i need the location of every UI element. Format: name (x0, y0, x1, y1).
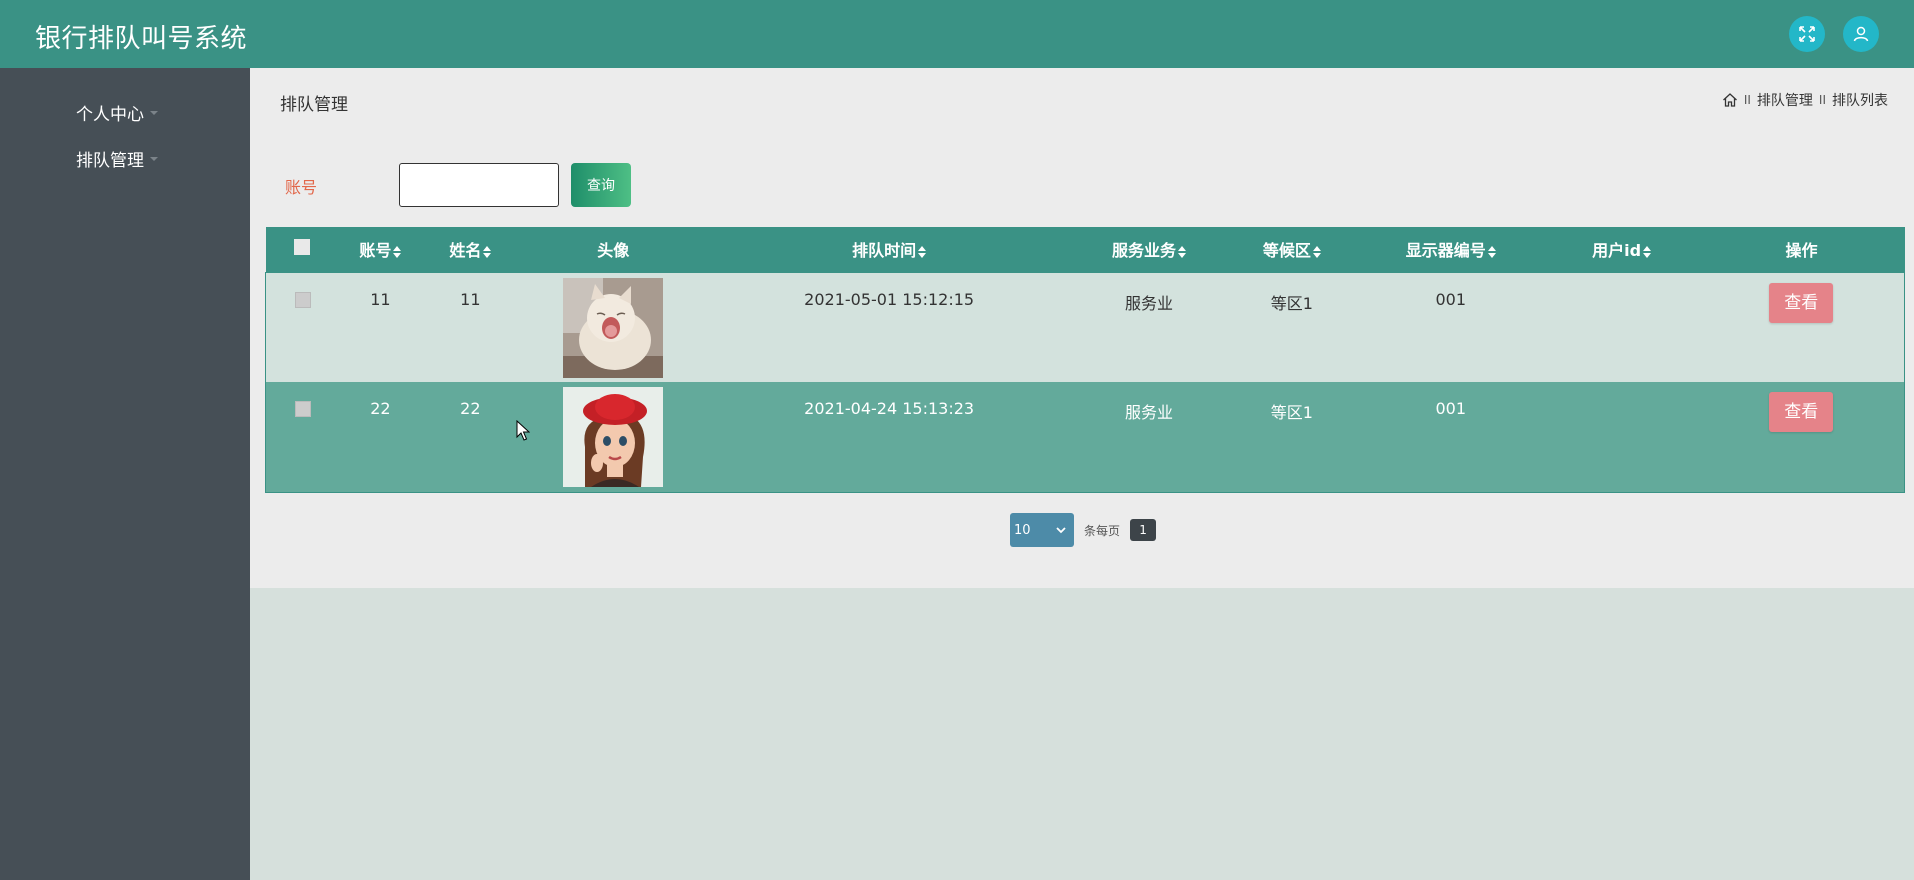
cell-account: 22 (370, 399, 391, 418)
column-header-waiting-area[interactable]: 等候区 (1227, 227, 1357, 272)
column-header-account[interactable]: 账号 (339, 227, 421, 272)
pagination: 10 条每页 1 (1010, 513, 1157, 547)
cell-action: 查看 (1699, 272, 1905, 382)
sidebar-item-queue-management[interactable]: 排队管理 (76, 146, 158, 171)
cell-name: 22 (460, 399, 481, 418)
user-button[interactable] (1843, 16, 1879, 52)
cell-waiting-area: 等区1 (1270, 403, 1313, 422)
row-checkbox[interactable] (294, 291, 311, 308)
breadcrumb-separator: II (1743, 93, 1751, 107)
cell-service: 服务业 (1124, 293, 1173, 313)
column-header-display-number[interactable]: 显示器编号 (1357, 227, 1545, 272)
sidebar-item-label: 排队管理 (76, 151, 144, 171)
cell-name: 11 (460, 289, 481, 309)
account-search-input[interactable] (399, 163, 559, 207)
home-icon[interactable] (1722, 92, 1738, 108)
page-size-select[interactable]: 10 (1010, 513, 1074, 547)
view-button[interactable]: 查看 (1769, 282, 1834, 323)
table-row: 11 11 2021-05-01 15:12:15 服务业 等区1 001 查看 (265, 272, 1905, 382)
row-checkbox-cell (266, 382, 340, 492)
view-button[interactable]: 查看 (1769, 392, 1834, 432)
sort-icon (393, 245, 402, 258)
user-icon (1853, 26, 1869, 42)
caret-down-icon (150, 110, 158, 115)
cell-queue-time: 2021-04-24 15:13:23 (804, 399, 975, 418)
row-checkbox-cell (266, 272, 340, 382)
app-title: 银行排队叫号系统 (35, 24, 248, 54)
fullscreen-icon (1799, 26, 1815, 42)
cell-service: 服务业 (1124, 403, 1173, 422)
cell-avatar (519, 272, 707, 382)
page-title: 排队管理 (280, 95, 348, 115)
page-number-button[interactable]: 1 (1130, 519, 1157, 541)
sort-icon (1312, 245, 1321, 258)
column-header-service[interactable]: 服务业务 (1071, 227, 1227, 272)
sort-icon (1643, 245, 1652, 258)
column-header-user-id[interactable]: 用户id (1545, 227, 1699, 272)
breadcrumb: II 排队管理 II 排队列表 (1722, 90, 1888, 110)
cell-display-number: 001 (1435, 289, 1466, 309)
sort-icon (1487, 245, 1496, 258)
mouse-cursor-icon (516, 420, 530, 441)
cartoon-girl-photo (563, 387, 664, 487)
column-header-avatar: 头像 (597, 241, 630, 261)
select-all-checkbox[interactable] (294, 239, 311, 256)
cell-action: 查看 (1699, 382, 1905, 492)
cell-user-id (1545, 382, 1699, 492)
per-page-label: 条每页 (1084, 523, 1121, 538)
cell-account: 11 (370, 289, 391, 309)
row-checkbox[interactable] (294, 401, 311, 417)
cell-queue-time: 2021-05-01 15:12:15 (804, 289, 975, 309)
column-header-name[interactable]: 姓名 (421, 227, 519, 272)
caret-down-icon (150, 156, 158, 161)
breadcrumb-item: 排队列表 (1832, 93, 1888, 109)
cell-user-id (1545, 272, 1699, 382)
table-header-row: 账号 姓名 头像 排队时间 服务业务 等候区 显示器编号 用户id 操作 (265, 227, 1905, 272)
sort-icon (918, 245, 927, 258)
table-row: 22 22 2021-04-24 15:13:23 服务业 等区1 001 查看 (265, 382, 1905, 492)
sidebar-item-label: 个人中心 (76, 105, 144, 125)
fullscreen-button[interactable] (1789, 16, 1825, 52)
sidebar-item-personal-center[interactable]: 个人中心 (76, 100, 158, 125)
queue-table: 账号 姓名 头像 排队时间 服务业务 等候区 显示器编号 用户id 操作 11 … (265, 227, 1905, 493)
sort-icon (1177, 245, 1186, 258)
sidebar: 个人中心 排队管理 (0, 68, 250, 880)
column-header-queue-time[interactable]: 排队时间 (707, 227, 1071, 272)
top-header: 银行排队叫号系统 (0, 0, 1914, 68)
page-size-value: 10 (1014, 522, 1031, 538)
cell-waiting-area: 等区1 (1270, 293, 1313, 313)
query-button[interactable]: 查询 (571, 163, 631, 207)
breadcrumb-item[interactable]: 排队管理 (1757, 90, 1813, 110)
cell-avatar (519, 382, 707, 492)
select-all-cell (266, 227, 340, 272)
account-label: 账号 (285, 178, 318, 197)
sort-icon (483, 245, 492, 258)
cell-display-number: 001 (1435, 399, 1466, 418)
breadcrumb-separator: II (1818, 93, 1826, 107)
chevron-down-icon (1056, 527, 1066, 534)
main-content: 排队管理 II 排队管理 II 排队列表 账号 查询 账号 姓名 头像 排队时间… (250, 68, 1914, 588)
cat-photo (563, 277, 664, 378)
column-header-action: 操作 (1785, 241, 1818, 261)
